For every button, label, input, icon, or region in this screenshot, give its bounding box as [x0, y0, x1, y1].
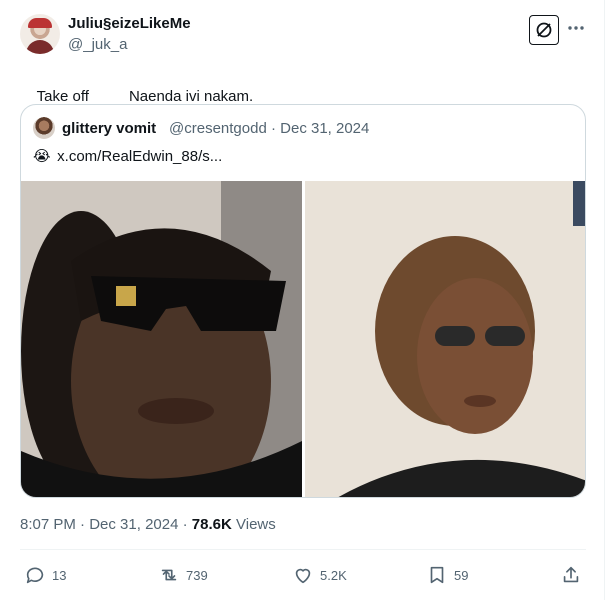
- quote-meta: @cresentgodd · Dec 31, 2024: [169, 120, 369, 137]
- quote-date[interactable]: Dec 31, 2024: [280, 120, 369, 137]
- grok-icon: [536, 22, 552, 38]
- quote-author-avatar[interactable]: [33, 117, 55, 139]
- quoted-tweet[interactable]: glittery vomit @cresentgodd · Dec 31, 20…: [20, 104, 586, 498]
- more-icon: [568, 26, 584, 30]
- tweet-date[interactable]: Dec 31, 2024: [89, 516, 178, 533]
- divider: [20, 549, 586, 550]
- author-name[interactable]: Juliu§eizeLikeMe: [68, 15, 191, 32]
- reply-button[interactable]: 13: [24, 564, 66, 586]
- grok-button[interactable]: [529, 15, 559, 45]
- reply-count: 13: [52, 567, 67, 583]
- quote-link[interactable]: x.com/RealEdwin_88/s...: [57, 148, 222, 165]
- photo-man-sunglasses[interactable]: [21, 181, 302, 497]
- like-icon: [295, 568, 311, 584]
- quote-text: 😭 x.com/RealEdwin_88/s...: [33, 147, 222, 165]
- photo-woman-sunglasses[interactable]: [305, 181, 585, 497]
- quote-author-handle[interactable]: @cresentgodd: [169, 120, 267, 137]
- repost-count: 739: [186, 567, 208, 583]
- share-button[interactable]: [560, 564, 588, 586]
- tweet-text-part-1: Take off: [36, 88, 89, 105]
- tweet-meta: 8:07 PM · Dec 31, 2024 · 78.6K Views: [20, 516, 276, 533]
- quote-separator: ·: [270, 120, 276, 137]
- tweet-text-part-2: Naenda ivi nakam.: [128, 88, 254, 105]
- bookmark-button[interactable]: 59: [426, 564, 468, 586]
- more-button[interactable]: [566, 18, 586, 38]
- repost-button[interactable]: 739: [158, 564, 208, 586]
- tweet-time[interactable]: 8:07 PM: [20, 516, 76, 533]
- share-icon: [563, 566, 579, 583]
- tweet-card: Juliu§eizeLikeMe @_juk_a Take off Naenda …: [0, 0, 605, 600]
- views-count: 78.6K: [191, 516, 232, 533]
- author-handle[interactable]: @_juk_a: [68, 36, 127, 53]
- repost-icon: [161, 569, 177, 581]
- quote-author-name[interactable]: glittery vomit: [62, 120, 156, 137]
- crying-emoji: 😭: [33, 148, 51, 165]
- author-avatar[interactable]: [20, 14, 60, 54]
- quote-media[interactable]: [21, 181, 585, 497]
- like-button[interactable]: 5.2K: [292, 564, 347, 586]
- reply-icon: [26, 567, 44, 584]
- bookmark-count: 59: [454, 567, 469, 583]
- views-label: Views: [236, 516, 276, 533]
- like-count: 5.2K: [320, 567, 347, 583]
- bookmark-icon: [430, 566, 444, 584]
